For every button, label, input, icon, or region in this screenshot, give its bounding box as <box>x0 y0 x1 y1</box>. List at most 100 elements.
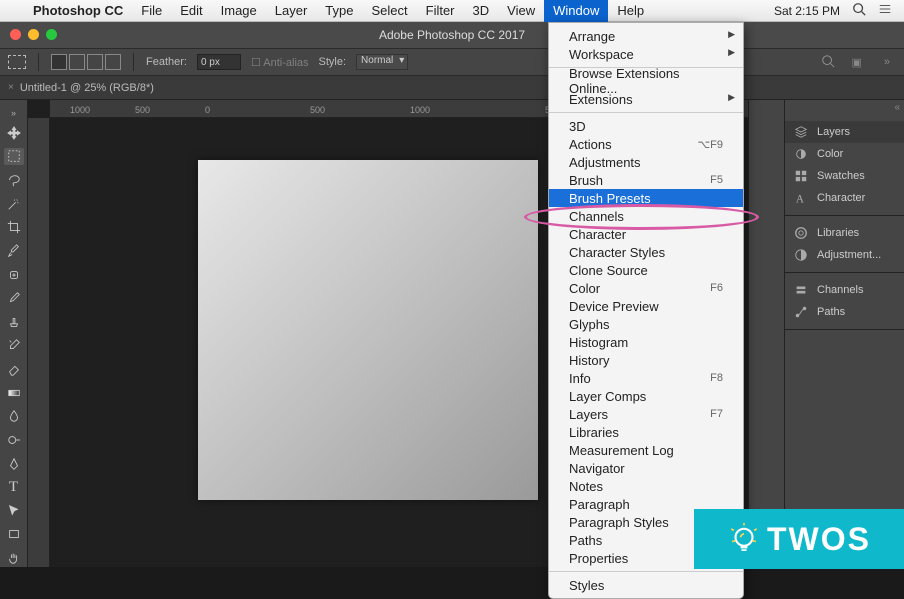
history-brush-tool[interactable] <box>4 337 24 355</box>
menu-item-histogram[interactable]: Histogram <box>549 333 743 351</box>
menu-item-history[interactable]: History <box>549 351 743 369</box>
menu-item-browse-extensions-online[interactable]: Browse Extensions Online... <box>549 72 743 90</box>
panel-expand-icon[interactable]: « <box>785 100 904 115</box>
right-dock-collapsed[interactable] <box>748 100 784 567</box>
menu-item-color[interactable]: ColorF6 <box>549 279 743 297</box>
menu-item-clone-source[interactable]: Clone Source <box>549 261 743 279</box>
menubar-edit[interactable]: Edit <box>171 0 211 22</box>
panel-tab-paths[interactable]: Paths <box>785 301 904 323</box>
menubar-filter[interactable]: Filter <box>417 0 464 22</box>
marquee-tool-preset-icon[interactable] <box>8 55 26 69</box>
window-title: Adobe Photoshop CC 2017 <box>0 22 904 48</box>
panel-tab-character[interactable]: ACharacter <box>785 187 904 209</box>
document-canvas[interactable] <box>198 160 538 500</box>
menubar-type[interactable]: Type <box>316 0 362 22</box>
selection-intersect-icon[interactable] <box>105 54 121 70</box>
menubar-window[interactable]: Window <box>544 0 608 22</box>
marquee-tool[interactable] <box>4 148 24 166</box>
menu-item-actions[interactable]: Actions⌥F9 <box>549 135 743 153</box>
lasso-tool[interactable] <box>4 171 24 189</box>
selection-subtract-icon[interactable] <box>87 54 103 70</box>
menubar-image[interactable]: Image <box>212 0 266 22</box>
menubar-help[interactable]: Help <box>608 0 653 22</box>
panel-collapse-icon[interactable]: » <box>878 56 896 68</box>
clone-stamp-tool[interactable] <box>4 313 24 331</box>
type-tool[interactable]: T <box>4 478 24 496</box>
watermark-badge: TWOS <box>694 509 904 569</box>
eyedropper-tool[interactable] <box>4 242 24 260</box>
menu-item-layer-comps[interactable]: Layer Comps <box>549 387 743 405</box>
panel-tab-channels[interactable]: Channels <box>785 279 904 301</box>
toolbar-collapse-icon[interactable]: » <box>5 108 22 118</box>
menu-item-channels[interactable]: Channels <box>549 207 743 225</box>
menu-item-label: Layer Comps <box>569 389 646 404</box>
paths-icon <box>793 304 809 320</box>
document-tab[interactable]: × Untitled-1 @ 25% (RGB/8*) <box>8 82 154 94</box>
workspace-quick-icon[interactable]: ▣ <box>845 56 867 69</box>
gradient-tool[interactable] <box>4 384 24 402</box>
menu-item-shortcut: F8 <box>710 372 723 384</box>
menubar-3d[interactable]: 3D <box>464 0 499 22</box>
panel-tab-libraries[interactable]: Libraries <box>785 222 904 244</box>
clock: Sat 2:15 PM <box>774 4 840 18</box>
crop-tool[interactable] <box>4 219 24 237</box>
menu-item-label: Arrange <box>569 29 615 44</box>
menu-item-layers[interactable]: LayersF7 <box>549 405 743 423</box>
menu-item-navigator[interactable]: Navigator <box>549 459 743 477</box>
panel-tab-adjust[interactable]: Adjustment... <box>785 244 904 266</box>
menubar-app[interactable]: Photoshop CC <box>24 0 132 22</box>
rectangle-tool[interactable] <box>4 526 24 544</box>
menubar-layer[interactable]: Layer <box>266 0 317 22</box>
menubar-file[interactable]: File <box>132 0 171 22</box>
menu-item-styles[interactable]: Styles <box>549 576 743 594</box>
menu-item-glyphs[interactable]: Glyphs <box>549 315 743 333</box>
path-selection-tool[interactable] <box>4 502 24 520</box>
panel-tab-layers[interactable]: Layers <box>785 121 904 143</box>
selection-new-icon[interactable] <box>51 54 67 70</box>
menu-item-measurement-log[interactable]: Measurement Log <box>549 441 743 459</box>
window-zoom-button[interactable] <box>46 29 57 40</box>
spotlight-icon[interactable] <box>852 2 866 19</box>
blur-tool[interactable] <box>4 408 24 426</box>
menu-item-brush[interactable]: BrushF5 <box>549 171 743 189</box>
eraser-tool[interactable] <box>4 360 24 378</box>
menu-item-arrange[interactable]: Arrange <box>549 27 743 45</box>
pen-tool[interactable] <box>4 455 24 473</box>
brush-tool[interactable] <box>4 289 24 307</box>
menu-item-extensions[interactable]: Extensions <box>549 90 743 108</box>
menu-item-brush-presets[interactable]: Brush Presets <box>549 189 743 207</box>
move-tool[interactable] <box>4 124 24 142</box>
menu-item-workspace[interactable]: Workspace <box>549 45 743 63</box>
healing-brush-tool[interactable] <box>4 266 24 284</box>
menu-item-notes[interactable]: Notes <box>549 477 743 495</box>
swatches-icon <box>793 168 809 184</box>
window-close-button[interactable] <box>10 29 21 40</box>
magic-wand-tool[interactable] <box>4 195 24 213</box>
menu-list-icon[interactable] <box>878 2 892 19</box>
menu-item-adjustments[interactable]: Adjustments <box>549 153 743 171</box>
feather-input[interactable] <box>197 54 241 70</box>
selection-add-icon[interactable] <box>69 54 85 70</box>
search-icon[interactable] <box>821 54 835 71</box>
panel-tab-color[interactable]: Color <box>785 143 904 165</box>
menu-item-libraries[interactable]: Libraries <box>549 423 743 441</box>
watermark-text: TWOS <box>767 521 871 558</box>
menu-item-label: Notes <box>569 479 603 494</box>
antialias-checkbox: ☐ Anti-alias <box>251 56 309 69</box>
close-tab-icon[interactable]: × <box>8 82 14 93</box>
menu-item-device-preview[interactable]: Device Preview <box>549 297 743 315</box>
window-minimize-button[interactable] <box>28 29 39 40</box>
menu-item-label: Device Preview <box>569 299 659 314</box>
style-select[interactable]: Normal ▾ <box>356 54 408 70</box>
hand-tool[interactable] <box>4 549 24 567</box>
panel-tab-swatches[interactable]: Swatches <box>785 165 904 187</box>
menu-item-info[interactable]: InfoF8 <box>549 369 743 387</box>
style-label: Style: <box>319 56 347 68</box>
menubar-view[interactable]: View <box>498 0 544 22</box>
menubar-select[interactable]: Select <box>362 0 416 22</box>
dodge-tool[interactable] <box>4 431 24 449</box>
menu-item-character-styles[interactable]: Character Styles <box>549 243 743 261</box>
menu-item-3d[interactable]: 3D <box>549 117 743 135</box>
menu-separator <box>549 571 743 572</box>
menu-item-character[interactable]: Character <box>549 225 743 243</box>
